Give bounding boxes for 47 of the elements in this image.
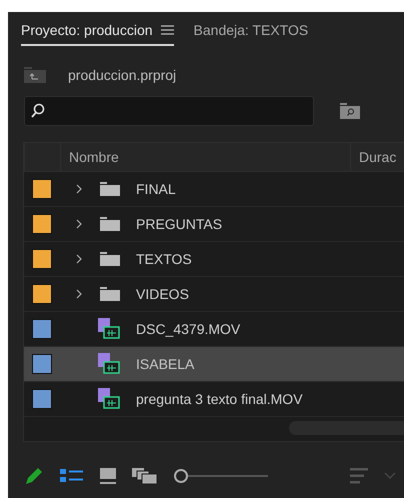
menu-icon[interactable]	[160, 25, 174, 35]
bin-row[interactable]: PREGUNTAS	[24, 207, 404, 242]
item-name: ISABELA	[136, 356, 194, 372]
item-name: PREGUNTAS	[136, 216, 222, 232]
item-name: TEXTOS	[136, 251, 192, 267]
folder-icon	[100, 182, 120, 196]
item-name: DSC_4379.MOV	[136, 321, 240, 337]
list-view-button[interactable]	[60, 469, 84, 483]
label-color-swatch[interactable]	[32, 389, 52, 409]
bin-row[interactable]: DSC_4379.MOV	[24, 312, 404, 347]
panel-tab[interactable]: Proyecto: produccion	[21, 22, 174, 46]
expand-chevron-icon[interactable]	[76, 184, 82, 194]
video-clip-icon	[98, 318, 120, 340]
panel-tab[interactable]: Bandeja: TEXTOS	[194, 22, 308, 46]
expand-chevron-icon[interactable]	[76, 254, 82, 264]
video-clip-icon	[98, 388, 120, 410]
bin-row[interactable]: ISABELA	[24, 347, 404, 382]
zoom-slider[interactable]	[174, 469, 268, 483]
label-color-swatch[interactable]	[32, 249, 52, 269]
bin-row[interactable]: TEXTOS	[24, 242, 404, 277]
bin-row[interactable]: FINAL	[24, 172, 404, 207]
folder-icon	[100, 287, 120, 301]
item-name: pregunta 3 texto final.MOV	[136, 391, 303, 407]
icon-view-button[interactable]	[100, 468, 116, 484]
project-file-name: produccion.prproj	[68, 67, 176, 83]
item-name: VIDEOS	[136, 286, 189, 302]
freeform-view-button[interactable]	[132, 468, 158, 484]
label-color-swatch[interactable]	[32, 179, 52, 199]
video-clip-icon	[98, 353, 120, 375]
folder-up-icon[interactable]	[24, 67, 46, 83]
column-header[interactable]: Nombre	[60, 143, 350, 171]
label-color-swatch[interactable]	[32, 354, 52, 374]
bin-row[interactable]: VIDEOS	[24, 277, 404, 312]
column-header[interactable]: Durac	[350, 143, 404, 171]
expand-chevron-icon[interactable]	[76, 289, 82, 299]
label-color-swatch[interactable]	[32, 319, 52, 339]
search-icon	[31, 103, 45, 119]
pencil-icon[interactable]	[24, 466, 44, 486]
folder-icon	[100, 217, 120, 231]
label-color-swatch[interactable]	[32, 214, 52, 234]
find-in-bin-icon[interactable]	[340, 103, 360, 119]
item-name: FINAL	[136, 181, 176, 197]
label-color-swatch[interactable]	[32, 284, 52, 304]
bin-row[interactable]: pregunta 3 texto final.MOV	[24, 382, 404, 417]
search-field[interactable]	[24, 96, 314, 126]
folder-icon	[100, 252, 120, 266]
expand-chevron-icon[interactable]	[76, 219, 82, 229]
